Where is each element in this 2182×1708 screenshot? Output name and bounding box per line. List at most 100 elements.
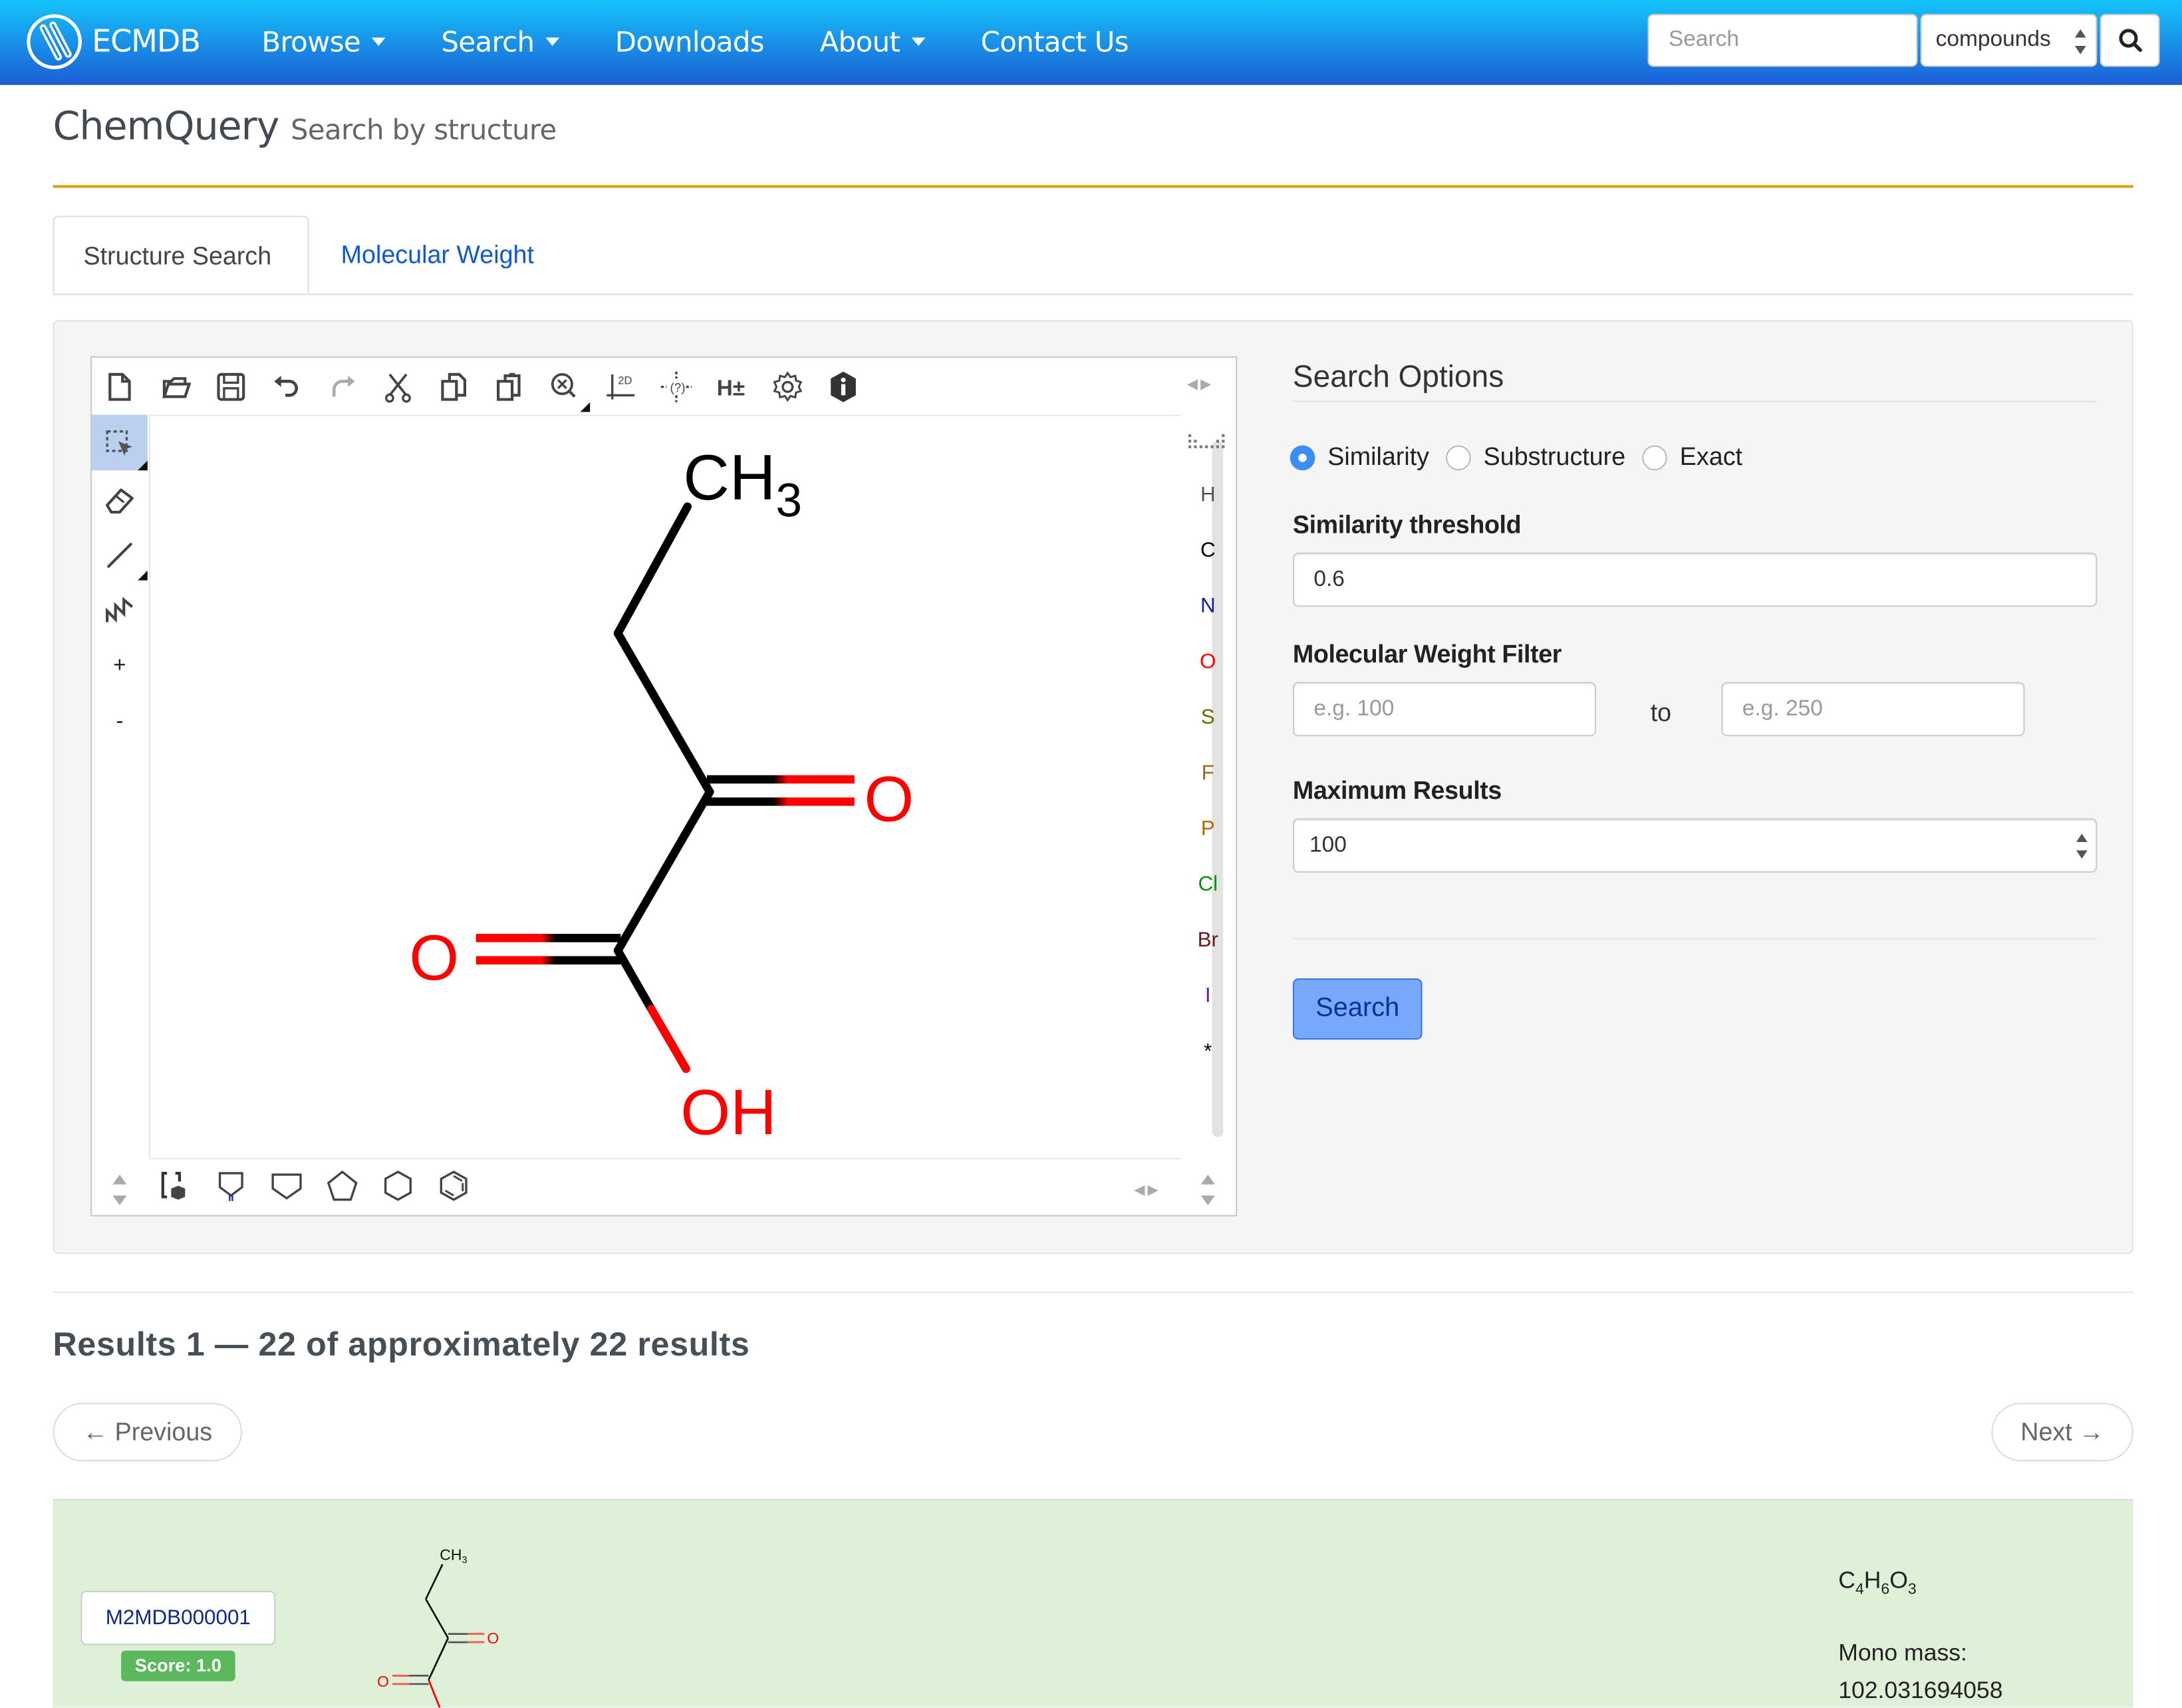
page-title: ChemQuery Search by structure bbox=[53, 103, 557, 149]
atom-s[interactable]: S bbox=[1183, 706, 1233, 730]
atom-c-label: C bbox=[1200, 538, 1216, 563]
max-results-select[interactable]: 100 bbox=[1292, 818, 2098, 873]
cyclohexane-icon[interactable] bbox=[380, 1168, 416, 1204]
undo-icon[interactable] bbox=[269, 369, 305, 405]
atom-br-label: Br bbox=[1197, 928, 1218, 952]
open-folder-icon[interactable] bbox=[157, 369, 193, 405]
results-summary: Results 1 — 22 of approximately 22 resul… bbox=[53, 1326, 750, 1364]
atom-f[interactable]: F bbox=[1183, 762, 1233, 785]
brand-name: ECMDB bbox=[92, 24, 201, 59]
charge-minus-icon[interactable]: - bbox=[102, 704, 138, 740]
atom-br[interactable]: Br bbox=[1183, 928, 1233, 952]
eraser-icon[interactable] bbox=[102, 482, 138, 517]
radio-exact-label[interactable]: Exact bbox=[1680, 442, 1742, 472]
atom-label-acid-o[interactable]: O bbox=[409, 923, 459, 994]
structure-search-button[interactable]: Search bbox=[1292, 978, 1423, 1040]
tab-molecular-weight[interactable]: Molecular Weight bbox=[312, 215, 563, 293]
mw-min-input[interactable]: e.g. 100 bbox=[1292, 682, 1597, 736]
result-structure-image[interactable]: CH3 O O bbox=[359, 1534, 540, 1708]
atom-label-oh[interactable]: OH bbox=[680, 1077, 776, 1148]
search-icon bbox=[2118, 29, 2141, 53]
bond-ch3-ch2[interactable] bbox=[613, 502, 692, 638]
settings-gear-icon[interactable] bbox=[769, 369, 805, 405]
info-icon[interactable] bbox=[825, 369, 861, 405]
atom-p[interactable]: P bbox=[1183, 817, 1233, 841]
similarity-threshold-input[interactable]: 0.6 bbox=[1292, 552, 2098, 607]
compound-id-link[interactable]: M2MDB000001 bbox=[80, 1590, 276, 1645]
atom-s-label: S bbox=[1200, 705, 1215, 730]
atom-i[interactable]: I bbox=[1183, 984, 1233, 1008]
save-icon[interactable] bbox=[213, 369, 249, 405]
radio-similarity-label[interactable]: Similarity bbox=[1327, 442, 1429, 472]
bond-c1-o-double-b[interactable] bbox=[476, 956, 621, 965]
drawing-canvas[interactable]: CH3 O O OH bbox=[148, 414, 1224, 1160]
search-options-divider bbox=[1292, 400, 2096, 402]
chain-tool-icon[interactable] bbox=[102, 593, 138, 629]
bond-ch2-c2[interactable] bbox=[613, 629, 714, 796]
cut-icon[interactable] bbox=[380, 369, 416, 405]
toolbar-scroll-lr-icon[interactable]: ◀▶ bbox=[1187, 377, 1214, 392]
bond-c1-o-double-a[interactable] bbox=[476, 934, 621, 942]
atom-cl[interactable]: Cl bbox=[1183, 873, 1233, 897]
page-subtitle: Search by structure bbox=[290, 112, 557, 146]
atom-p-label: P bbox=[1200, 817, 1215, 841]
bond-c1-oh-black[interactable] bbox=[614, 948, 655, 1012]
atom-any[interactable]: * bbox=[1183, 1040, 1233, 1064]
redo-icon[interactable] bbox=[325, 369, 360, 405]
global-search-input[interactable]: Search bbox=[1647, 13, 1918, 67]
palette-scroll-updown-icon[interactable] bbox=[1200, 1175, 1215, 1206]
query-atom-icon[interactable]: (?) bbox=[658, 369, 694, 405]
brand-link[interactable]: ECMDB bbox=[25, 13, 201, 71]
paste-icon[interactable] bbox=[491, 369, 527, 405]
scroll-updown-icon[interactable] bbox=[112, 1175, 127, 1206]
select-tool-icon[interactable] bbox=[102, 426, 138, 462]
bottom-scroll-lr-icon[interactable]: ◀▶ bbox=[1134, 1183, 1161, 1199]
dropdown-corner-icon bbox=[138, 460, 148, 471]
search-mode-group: Similarity Substructure Exact bbox=[1290, 442, 1759, 472]
score-badge: Score: 1.0 bbox=[121, 1650, 235, 1681]
mw-max-input[interactable]: e.g. 250 bbox=[1721, 682, 2025, 736]
radio-substructure[interactable] bbox=[1446, 444, 1471, 470]
previous-page-button[interactable]: ← Previous bbox=[53, 1403, 243, 1462]
atom-label-ch3[interactable]: CH3 bbox=[683, 442, 802, 527]
atom-o[interactable]: O bbox=[1183, 650, 1233, 674]
radio-substructure-label[interactable]: Substructure bbox=[1484, 442, 1626, 472]
molecular-formula: C4H6O3 bbox=[1838, 1567, 1917, 1599]
template-library-icon[interactable] bbox=[157, 1168, 193, 1204]
atom-label-ketone-o[interactable]: O bbox=[864, 764, 914, 835]
global-search-button[interactable] bbox=[2100, 13, 2160, 67]
atom-h[interactable]: H bbox=[1183, 483, 1233, 507]
bond-c2-o-double-b[interactable] bbox=[706, 797, 855, 806]
fused-template-icon[interactable] bbox=[213, 1168, 249, 1204]
benzene-icon[interactable] bbox=[436, 1168, 472, 1204]
cyclobutane-icon[interactable] bbox=[269, 1168, 305, 1204]
bond-c1-oh-red[interactable] bbox=[647, 1004, 690, 1073]
select-arrows-icon bbox=[2074, 29, 2086, 55]
atom-n[interactable]: N bbox=[1183, 594, 1233, 618]
bond-c2-c1[interactable] bbox=[613, 787, 714, 955]
nav-about[interactable]: About bbox=[792, 0, 953, 84]
tab-structure-search[interactable]: Structure Search bbox=[53, 215, 309, 294]
charge-plus-icon[interactable]: + bbox=[102, 648, 138, 684]
nav-browse[interactable]: Browse bbox=[234, 0, 414, 84]
nav-downloads[interactable]: Downloads bbox=[587, 0, 792, 84]
periodic-table-icon[interactable] bbox=[1183, 432, 1233, 457]
nav-search[interactable]: Search bbox=[414, 0, 587, 84]
radio-similarity[interactable] bbox=[1290, 444, 1315, 470]
nav-contact[interactable]: Contact Us bbox=[953, 0, 1157, 84]
zoom-icon[interactable] bbox=[547, 369, 583, 405]
copy-icon[interactable] bbox=[436, 369, 472, 405]
nav-contact-label: Contact Us bbox=[980, 25, 1129, 59]
atom-c[interactable]: C bbox=[1183, 539, 1233, 563]
toggle-hydrogens-icon[interactable]: H± bbox=[714, 369, 750, 405]
nav-browse-label: Browse bbox=[261, 25, 361, 59]
radio-exact[interactable] bbox=[1642, 444, 1667, 470]
search-scope-value: compounds bbox=[1935, 27, 2051, 52]
clean-2d-icon[interactable]: 2D bbox=[603, 369, 638, 405]
bond-c2-o-double-a[interactable] bbox=[706, 775, 855, 784]
next-page-button[interactable]: Next → bbox=[1991, 1403, 2133, 1462]
search-scope-select[interactable]: compounds bbox=[1920, 13, 2098, 67]
bond-tool-icon[interactable] bbox=[102, 537, 138, 573]
new-document-icon[interactable] bbox=[102, 369, 138, 405]
cyclopentane-icon[interactable] bbox=[325, 1168, 360, 1204]
